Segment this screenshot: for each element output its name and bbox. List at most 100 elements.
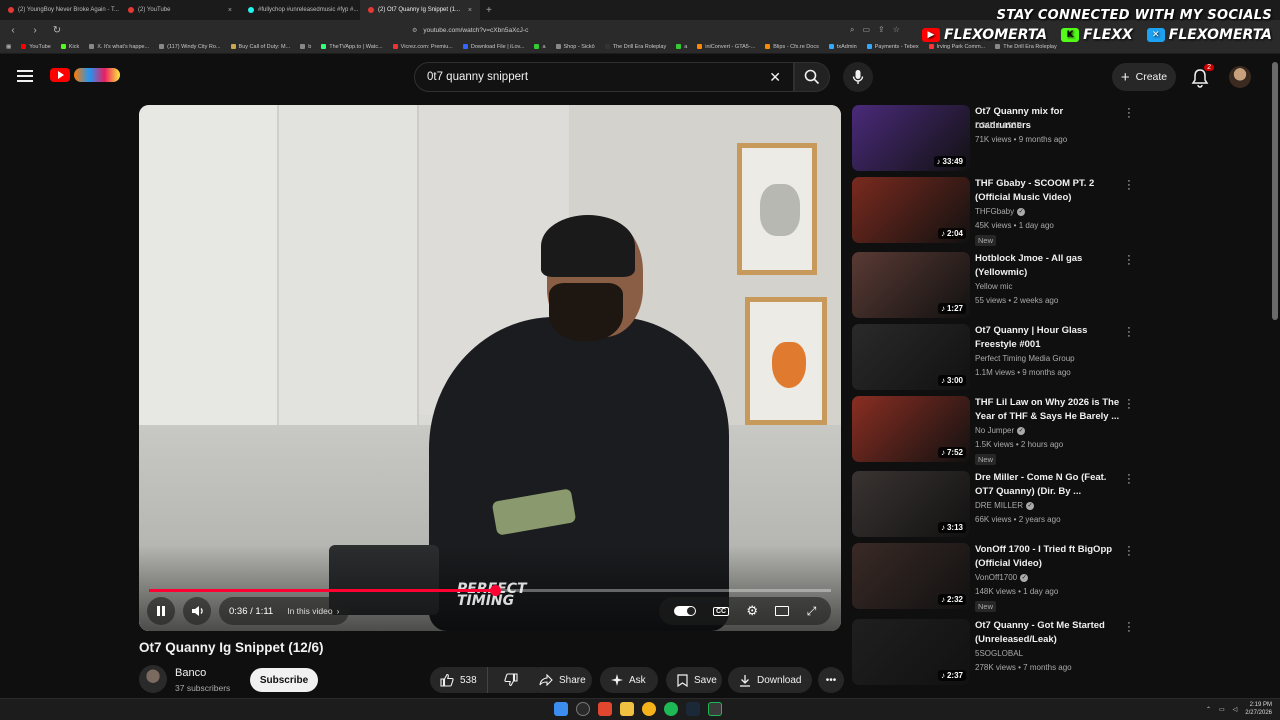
apps-grid-icon[interactable]: ▦ — [6, 44, 11, 50]
fullscreen-icon[interactable]: ⤢ — [807, 604, 817, 619]
channel-name[interactable]: Banco — [175, 667, 206, 679]
bookmark-star-icon[interactable]: ☆ — [893, 25, 900, 35]
close-tab-icon[interactable]: × — [228, 7, 232, 14]
miniplayer-icon[interactable] — [775, 606, 790, 616]
page-scrollbar[interactable] — [1272, 62, 1278, 320]
video-thumbnail[interactable]: ♪ 1:27 — [852, 252, 970, 318]
recommended-video[interactable]: ♪ 2:32 VonOff 1700 - I Tried ft BigOpp (Of… — [852, 542, 1142, 612]
recommended-channel[interactable]: No Jumper ✓ — [975, 426, 1026, 435]
recommended-video-title[interactable]: Hotblock Jmoe - All gas (Yellowmic) — [975, 252, 1120, 280]
ask-button[interactable]: Ask — [600, 667, 658, 693]
video-thumbnail[interactable]: ♪ 3:13 — [852, 471, 970, 537]
bookmark-item[interactable]: YouTube — [21, 44, 51, 50]
bookmark-item[interactable]: Shop - Sickō — [555, 44, 595, 50]
dislike-button[interactable] — [494, 667, 528, 693]
recommended-channel[interactable]: Perfect Timing Media Group — [975, 354, 1075, 363]
bookmark-item[interactable]: Vicrez.com: Premiu... — [392, 44, 453, 50]
brave-browser-icon[interactable] — [598, 702, 612, 716]
progress-bar[interactable] — [149, 585, 831, 596]
video-thumbnail[interactable]: ♪ 3:00 — [852, 324, 970, 390]
video-thumbnail[interactable]: ♪ 33:49 — [852, 105, 970, 171]
more-vertical-icon[interactable]: · · · — [1126, 542, 1132, 561]
share-button[interactable]: Share — [528, 667, 592, 693]
windows-start-icon[interactable] — [554, 702, 568, 716]
more-vertical-icon[interactable]: · · · — [1126, 470, 1132, 489]
youtube-logo[interactable] — [50, 68, 120, 82]
url-field[interactable]: ⚙ youtube.com/watch?v=cXbn5aXcJ-c — [412, 23, 842, 37]
speaker-icon[interactable]: ◁ — [1233, 706, 1238, 713]
bookmark-item[interactable]: iniConvert - GTA5-... — [697, 44, 755, 50]
video-thumbnail[interactable]: ♪ 2:04 — [852, 177, 970, 243]
file-explorer-icon[interactable] — [620, 702, 634, 716]
bookmark-item[interactable]: The Drill Era Roleplay — [995, 44, 1057, 50]
zoom-icon[interactable]: ⌕ — [850, 25, 854, 35]
screen-icon[interactable]: ▭ — [862, 25, 870, 35]
video-player[interactable]: PERFECT TIMING 0:36 / 1:11 In this video… — [139, 105, 841, 631]
forward-icon[interactable]: › — [28, 25, 42, 36]
channel-avatar[interactable] — [139, 665, 167, 693]
recommended-video[interactable]: ♪ 1:27 Hotblock Jmoe - All gas (Yellowmic)… — [852, 251, 1142, 320]
bookmark-item[interactable]: txAdmin — [828, 44, 857, 50]
recommended-video-title[interactable]: THF Gbaby - SCOOM PT. 2 (Official Music … — [975, 177, 1120, 205]
recommended-video[interactable]: ♪ 2:37 Ot7 Quanny - Got Me Started (Unrele… — [852, 618, 1142, 687]
recommended-video[interactable]: ♪ 33:49 Ot7 Quanny mix for roadrunners D34D… — [852, 104, 1142, 173]
video-thumbnail[interactable]: ♪ 2:32 — [852, 543, 970, 609]
reload-icon[interactable]: ↻ — [50, 25, 64, 36]
recommended-video[interactable]: ♪ 7:52 THF Lil Law on Why 2026 is The Year… — [852, 395, 1142, 465]
site-info-icon[interactable]: ⚙ — [412, 27, 417, 34]
bookmark-item[interactable]: b — [300, 44, 311, 50]
more-vertical-icon[interactable]: · · · — [1126, 395, 1132, 414]
more-vertical-icon[interactable]: · · · — [1126, 618, 1132, 637]
in-this-video-button[interactable]: In this video › — [287, 606, 339, 616]
recommended-channel[interactable]: VonOff1700 ✓ — [975, 573, 1029, 582]
scrubber-handle[interactable] — [490, 585, 501, 596]
voice-search-button[interactable] — [843, 62, 873, 92]
recommended-channel[interactable]: THFGbaby ✓ — [975, 207, 1026, 216]
bookmark-item[interactable]: Blips - Cfx.re Docs — [765, 44, 819, 50]
bookmark-item[interactable]: TheTVApp.to | Watc... — [321, 44, 383, 50]
recommended-channel[interactable]: 5SOGLOBAL — [975, 649, 1023, 658]
new-tab-button[interactable]: + — [480, 5, 498, 16]
back-icon[interactable]: ‹ — [6, 25, 20, 36]
close-tab-icon[interactable]: × — [468, 7, 472, 14]
recommended-channel[interactable]: DRE MILLER ✓ — [975, 501, 1035, 510]
steam-icon[interactable] — [686, 702, 700, 716]
like-button[interactable]: 538 — [430, 667, 488, 693]
more-vertical-icon[interactable]: · · · — [1126, 251, 1132, 270]
clear-search-icon[interactable]: ✕ — [769, 69, 781, 86]
bookmark-item[interactable]: X. It's what's happe... — [89, 44, 149, 50]
more-vertical-icon[interactable]: · · · — [1126, 323, 1132, 342]
create-button[interactable]: + Create — [1112, 63, 1176, 91]
recommended-video-title[interactable]: Dre Miller - Come N Go (Feat. OT7 Quanny… — [975, 471, 1120, 499]
save-button[interactable]: Save — [666, 667, 722, 693]
bookmark-item[interactable]: a — [676, 44, 687, 50]
bookmark-item[interactable]: a — [534, 44, 546, 50]
search-button[interactable] — [794, 62, 830, 92]
more-vertical-icon[interactable]: · · · — [1126, 104, 1132, 123]
browser-tab[interactable]: #fullychop #unreleasedmusic #fyp #...× — [240, 0, 360, 20]
recommended-channel[interactable]: D34D L4S3R — [975, 121, 1022, 130]
recommended-video-title[interactable]: THF Lil Law on Why 2026 is The Year of T… — [975, 396, 1120, 424]
browser-tab[interactable]: (2) YouTube × — [120, 0, 240, 20]
download-button[interactable]: Download — [728, 667, 812, 693]
account-avatar[interactable] — [1229, 66, 1251, 88]
video-thumbnail[interactable]: ♪ 2:37 — [852, 619, 970, 685]
notifications-button[interactable]: 2 — [1190, 64, 1214, 88]
bookmark-item[interactable]: (117) Windy City Ro... — [159, 44, 221, 50]
search-input[interactable]: 0t7 quanny snippert ✕ — [414, 62, 794, 92]
chevron-up-icon[interactable]: ⌃ — [1206, 706, 1211, 713]
recommended-video-title[interactable]: Ot7 Quanny | Hour Glass Freestyle #001 — [975, 324, 1120, 352]
bookmark-item[interactable]: Kick — [60, 44, 79, 50]
bookmark-item[interactable]: Payments - Tebex — [866, 44, 919, 50]
video-thumbnail[interactable]: ♪ 7:52 — [852, 396, 970, 462]
recommended-video[interactable]: ♪ 3:13 Dre Miller - Come N Go (Feat. OT7 Q… — [852, 470, 1142, 539]
network-icon[interactable]: ▭ — [1219, 706, 1225, 713]
recommended-video[interactable]: ♪ 3:00 Ot7 Quanny | Hour Glass Freestyle #… — [852, 323, 1142, 392]
bookmark-item[interactable]: Buy Call of Duty: M... — [230, 44, 290, 50]
bookmark-item[interactable]: Irving Park Comm... — [928, 44, 985, 50]
recommended-video-title[interactable]: VonOff 1700 - I Tried ft BigOpp (Officia… — [975, 543, 1120, 571]
pause-button[interactable] — [147, 597, 175, 625]
menu-icon[interactable] — [17, 70, 33, 82]
more-actions-button[interactable]: ••• — [818, 667, 844, 693]
bookmark-item[interactable]: Download File | iLov... — [462, 44, 524, 50]
